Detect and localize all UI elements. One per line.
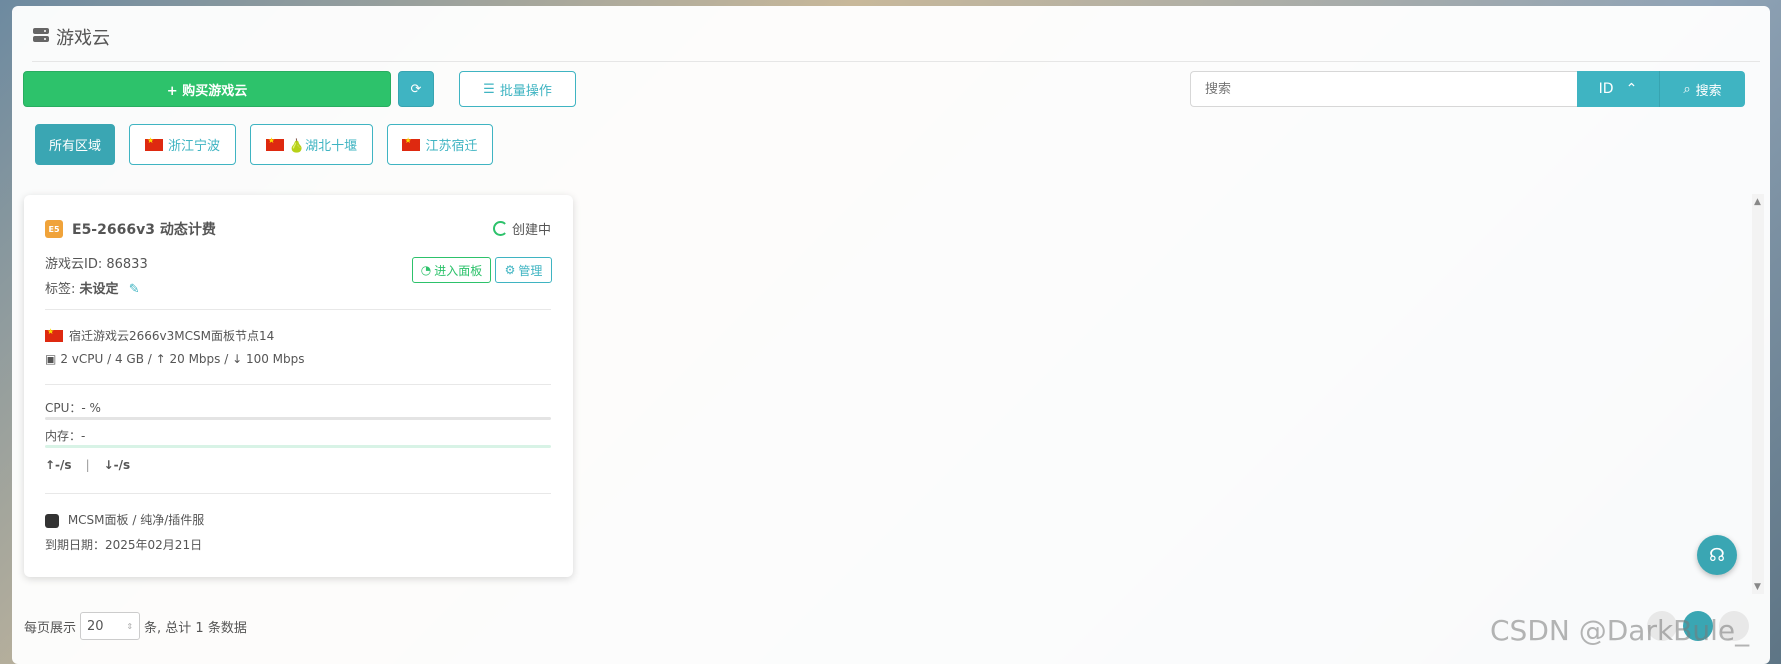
page-header: 游戏云 [32,24,110,50]
watermark: CSDN @DarkBule_ [1490,614,1750,647]
net-download: ↓-/s [103,458,131,472]
region-label: 所有区域 [48,139,101,154]
panel-type-row: MCSM面板 / 纯净/插件服 [45,511,204,528]
net-upload: ↑-/s [45,458,72,472]
cpu-chip-icon: ▣ [45,352,57,366]
divider [45,309,551,310]
search-icon: ⌕ [1683,81,1691,97]
pager-prefix: 每页展示 [24,620,77,636]
tag-value: 未设定 [79,282,119,297]
region-label: 浙江宁波 [167,139,220,154]
china-flag-icon [144,136,163,151]
search-button[interactable]: ⌕ 搜索 [1660,71,1745,107]
edit-icon[interactable]: ✎ [129,282,140,297]
pagination: 每页展示 20 ⇕ 条, 总计 1 条数据 [24,612,247,640]
manage-button[interactable]: ⚙ 管理 [495,257,552,283]
manage-label: 管理 [518,263,543,278]
status-text: 创建中 [511,223,551,238]
list-icon: ☰ [483,81,495,97]
region-label: 江苏宿迁 [425,139,478,154]
region-all[interactable]: 所有区域 [35,124,115,165]
divider [45,493,551,494]
region-label: 🍐湖北十堰 [288,139,358,154]
batch-operation-button[interactable]: ☰ 批量操作 [459,71,576,107]
headset-icon: ☊ [1709,544,1725,566]
cpu-usage-bar [45,417,551,420]
search-input[interactable] [1190,71,1577,107]
specs-row: ▣ 2 vCPU / 4 GB / ↑ 20 Mbps / ↓ 100 Mbps [45,352,305,366]
tag-label: 标签: [45,282,76,297]
server-id: 游戏云ID: 86833 [45,257,148,272]
search-button-label: 搜索 [1695,83,1722,99]
panel-type: MCSM面板 / 纯净/插件服 [67,513,205,527]
stepper-icon: ⇕ [126,621,134,631]
mcsm-logo-icon [45,513,59,528]
refresh-icon: ⟳ [410,81,422,97]
tag-row: 标签: 未设定 ✎ [45,278,140,297]
gear-icon: ⚙ [504,263,516,277]
server-title: E5-2666v3 动态计费 [72,222,216,238]
enter-panel-label: 进入面板 [434,263,483,278]
scroll-up-icon[interactable]: ▲ [1754,197,1761,207]
net-divider: | [85,458,90,472]
header-divider [32,61,1760,62]
server-icon [32,27,50,48]
loading-spinner-icon [492,221,508,236]
scroll-down-icon[interactable]: ▼ [1754,582,1761,592]
page-size-select[interactable]: 20 ⇕ [80,612,141,640]
batch-label: 批量操作 [499,83,552,99]
search-bar: ID ⌃ ⌕ 搜索 [1190,71,1745,107]
network-row: ↑-/s | ↓-/s [45,458,130,472]
buy-game-cloud-button[interactable]: + 购买游戏云 [23,71,391,107]
china-flag-icon [45,327,63,342]
region-zhejiang-ningbo[interactable]: 浙江宁波 [129,124,236,165]
dashboard-icon: ◔ [420,263,432,277]
specs-text: 2 vCPU / 4 GB / ↑ 20 Mbps / ↓ 100 Mbps [60,352,305,366]
china-flag-icon [265,136,284,151]
cpu-badge: E5 [45,220,63,238]
status-badge: 创建中 [492,219,551,238]
region-hubei-shiyan[interactable]: 🍐湖北十堰 [250,124,373,165]
pager-summary: 条, 总计 1 条数据 [144,620,247,636]
divider [45,384,551,385]
customer-support-button[interactable]: ☊ [1697,535,1737,575]
expiry-date: 到期日期：2025年02月21日 [45,538,203,552]
enter-panel-button[interactable]: ◔ 进入面板 [412,257,491,283]
server-card: E5 E5-2666v3 动态计费 创建中 游戏云ID: 86833 标签: 未… [24,195,573,577]
search-field-select[interactable]: ID ⌃ [1577,71,1660,107]
memory-usage: 内存：- [45,429,86,443]
china-flag-icon [402,136,421,151]
scrollbar[interactable] [1752,194,1764,594]
refresh-button[interactable]: ⟳ [398,71,434,107]
cpu-usage: CPU：- % [45,401,101,415]
chevron-up-icon: ⌃ [1625,81,1638,97]
memory-usage-bar [45,445,551,448]
node-row: 宿迁游戏云2666v3MCSM面板节点14 [45,327,274,344]
page-title: 游戏云 [56,28,110,49]
search-field-label: ID [1598,81,1614,97]
node-name: 宿迁游戏云2666v3MCSM面板节点14 [69,329,275,343]
page-size-value: 20 [87,618,104,634]
region-jiangsu-suqian[interactable]: 江苏宿迁 [387,124,493,165]
